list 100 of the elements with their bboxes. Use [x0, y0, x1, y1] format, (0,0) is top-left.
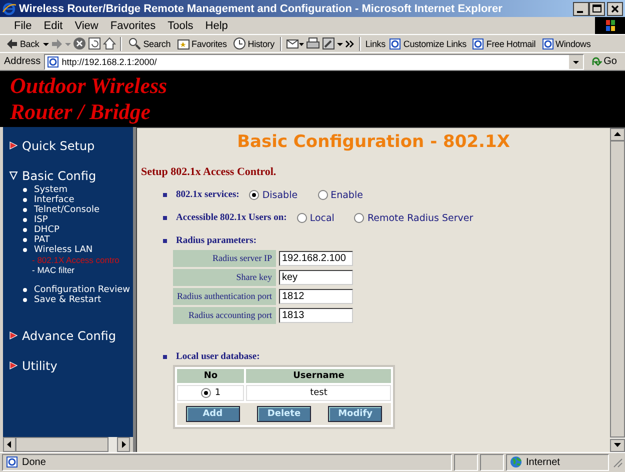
radio-label[interactable]: Local: [310, 212, 334, 224]
banner-title: Outdoor Wireless: [10, 73, 168, 100]
link-button[interactable]: Free Hotmail: [470, 38, 538, 50]
input-field[interactable]: 1812: [278, 288, 353, 304]
radio-option[interactable]: Local: [296, 212, 334, 224]
bullet-icon: [23, 248, 27, 252]
action-button[interactable]: Add: [186, 406, 240, 422]
status-pane: [454, 454, 478, 471]
bullet-icon: [23, 208, 27, 212]
edit-icon[interactable]: [322, 37, 336, 50]
menu-item[interactable]: Help: [199, 20, 234, 32]
nav-link[interactable]: Configuration Review: [34, 284, 130, 295]
nav-link[interactable]: Telnet/Console: [34, 204, 100, 215]
nav-section-link[interactable]: Basic Config: [9, 168, 133, 183]
nav-link[interactable]: PAT: [34, 234, 50, 245]
page-icon: [542, 38, 554, 50]
nav-link[interactable]: Wireless LAN: [34, 244, 93, 255]
address-label: Address: [4, 56, 41, 68]
link-button[interactable]: Windows: [540, 38, 593, 50]
field-label: 802.1x services:: [176, 190, 240, 200]
chevron-icon[interactable]: [345, 38, 356, 50]
field-label: Radius server IP: [173, 250, 276, 267]
square-bullet-icon: [163, 238, 167, 243]
menu-item[interactable]: View: [68, 20, 104, 32]
column-header: Username: [246, 368, 391, 383]
nav-link[interactable]: Save & Restart: [34, 294, 102, 305]
back-button[interactable]: Back: [4, 38, 42, 50]
menu-item[interactable]: Tools: [162, 20, 200, 32]
square-bullet-icon: [163, 193, 167, 198]
action-button[interactable]: Delete: [256, 406, 311, 422]
refresh-icon[interactable]: [88, 37, 102, 50]
dropdown-icon[interactable]: [568, 54, 583, 69]
input-field[interactable]: 192.168.2.100: [278, 250, 353, 266]
field-label: Accessible 802.1x Users on:: [176, 213, 287, 224]
radio-label[interactable]: Disable: [262, 190, 298, 201]
menu-item[interactable]: Edit: [38, 20, 69, 32]
link-button[interactable]: Customize Links: [387, 38, 468, 50]
page-icon: [389, 38, 402, 50]
nav-section-link[interactable]: Quick Setup: [9, 138, 133, 153]
status-text: Done: [22, 456, 46, 468]
go-button[interactable]: Go: [586, 56, 621, 68]
nav-sublink[interactable]: - MAC filter: [32, 264, 133, 275]
radio-option[interactable]: Disable: [249, 190, 298, 201]
bullet-icon: [23, 298, 27, 302]
bullet-icon: [23, 238, 27, 242]
mail-icon[interactable]: [286, 37, 304, 50]
radio-button[interactable]: [296, 213, 307, 224]
field-label: Share key: [173, 268, 276, 286]
magnifier-icon: [128, 37, 142, 50]
close-icon[interactable]: [607, 2, 623, 16]
radio-button[interactable]: [318, 190, 328, 200]
action-button[interactable]: Modify: [328, 406, 382, 422]
address-field[interactable]: http://192.168.2.1:2000/: [44, 54, 584, 70]
maximize-icon[interactable]: [589, 2, 605, 16]
menu-item[interactable]: File: [8, 20, 38, 32]
radio-button[interactable]: [249, 190, 260, 200]
print-icon[interactable]: [306, 37, 320, 50]
horizontal-scrollbar[interactable]: [3, 436, 130, 452]
globe-icon: [510, 456, 522, 468]
input-field[interactable]: 1813: [278, 308, 353, 323]
home-icon[interactable]: [103, 37, 116, 50]
radio-button[interactable]: [200, 388, 211, 398]
resize-grip-icon[interactable]: [611, 456, 623, 468]
bullet-icon: [23, 198, 27, 202]
zone-label: Internet: [526, 456, 560, 468]
nav-section-link[interactable]: Advance Config: [9, 328, 133, 343]
square-bullet-icon: [163, 354, 167, 359]
nav-link[interactable]: ISP: [34, 214, 48, 225]
page-heading: Basic Configuration - 802.1X: [236, 132, 511, 152]
history-button[interactable]: History: [230, 37, 276, 50]
section-label: Radius parameters:: [176, 236, 256, 246]
stop-icon[interactable]: [73, 37, 86, 50]
square-bullet-icon: [163, 216, 167, 220]
nav-section-link[interactable]: Utility: [9, 358, 133, 373]
input-field[interactable]: key: [278, 270, 353, 285]
bullet-icon: [23, 218, 27, 222]
field-label: Radius accounting port: [173, 306, 276, 324]
bullet-icon: [23, 228, 27, 232]
page-icon: [6, 456, 18, 468]
arrow-left-icon: [6, 38, 18, 50]
section-label: Local user database:: [176, 352, 260, 362]
radio-option[interactable]: Enable: [318, 190, 363, 201]
bullet-icon: [23, 188, 27, 192]
table-cell: test: [246, 384, 391, 401]
nav-link[interactable]: System: [34, 184, 68, 195]
search-button[interactable]: Search: [126, 37, 173, 50]
favorites-button[interactable]: Favorites: [174, 37, 229, 50]
menu-item[interactable]: Favorites: [104, 20, 162, 32]
nav-link[interactable]: Interface: [34, 194, 74, 205]
radio-button[interactable]: [354, 213, 364, 224]
vertical-scrollbar[interactable]: [610, 128, 625, 452]
links-label: Links: [365, 38, 386, 49]
nav-link[interactable]: DHCP: [34, 224, 60, 235]
radio-label[interactable]: Enable: [330, 190, 363, 201]
clock-icon: [232, 37, 246, 50]
window-title: Wireless Router/Bridge Remote Management and Configuration - Microsoft Internet Explorer: [19, 2, 504, 15]
minimize-icon[interactable]: [573, 2, 589, 16]
page-icon: [472, 38, 484, 50]
page-icon: [46, 56, 59, 68]
bullet-icon: [23, 288, 27, 292]
